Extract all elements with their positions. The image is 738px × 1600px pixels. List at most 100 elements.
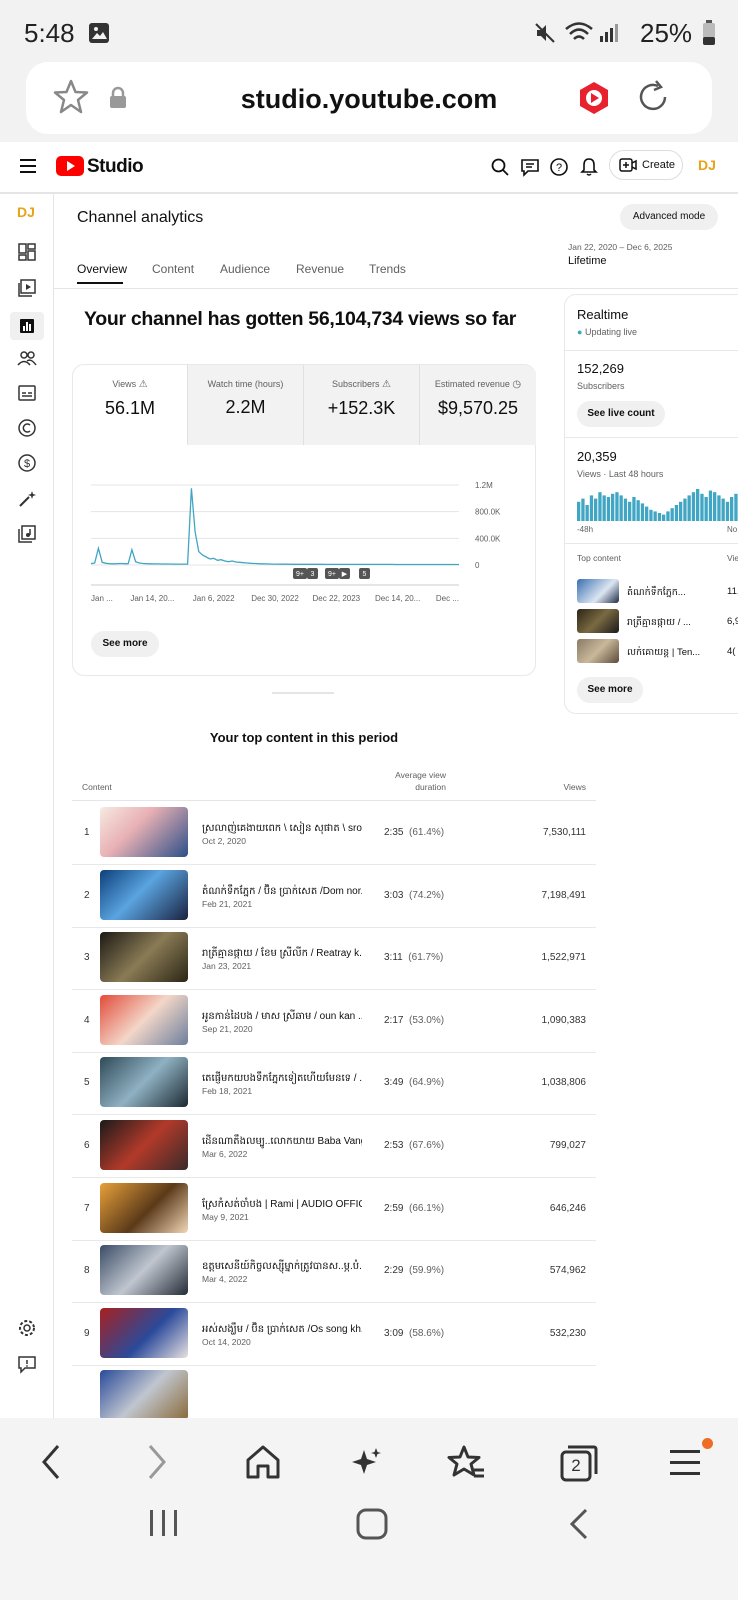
realtime-bar[interactable] <box>721 498 725 521</box>
realtime-bar[interactable] <box>662 514 666 521</box>
studio-label[interactable]: Studio <box>87 156 144 178</box>
realtime-bar[interactable] <box>636 500 640 521</box>
period-selector[interactable]: Lifetime <box>568 255 607 267</box>
table-row[interactable]: 6 ដើនណាតឹងលម្បូ..លោកយាយ Baba Vang... Mar 6… <box>72 1114 596 1178</box>
tab-audience[interactable]: Audience <box>220 262 270 276</box>
tab-revenue[interactable]: Revenue <box>296 262 344 276</box>
video-thumbnail[interactable] <box>100 1182 188 1233</box>
realtime-bar[interactable] <box>696 489 700 521</box>
send-feedback-icon[interactable] <box>17 1354 37 1374</box>
realtime-thumb-3[interactable] <box>577 639 619 663</box>
realtime-bar[interactable] <box>717 495 721 521</box>
youtube-extension-icon[interactable] <box>576 80 612 116</box>
home-button-icon[interactable] <box>356 1508 388 1540</box>
table-row[interactable] <box>72 1364 596 1418</box>
realtime-top-title[interactable]: លក់គោយន្ត | Ten... <box>627 646 700 660</box>
search-icon[interactable] <box>491 158 509 176</box>
chart-event-marker[interactable]: ▶ <box>339 568 350 579</box>
table-row[interactable]: 2 តំណក់ទឹកភ្នែក / ប៊ិន ប្រាក់សេត /Dom nor… <box>72 864 596 928</box>
bookmarks-icon[interactable] <box>446 1444 486 1482</box>
realtime-bar[interactable] <box>606 497 611 521</box>
realtime-bar[interactable] <box>653 511 657 521</box>
metric-subscribers[interactable]: Subscribers ⚠ +152.3K <box>303 365 419 445</box>
video-thumbnail[interactable] <box>100 932 188 983</box>
realtime-bar[interactable] <box>649 509 653 521</box>
video-thumbnail[interactable] <box>100 869 188 920</box>
realtime-thumb-2[interactable] <box>577 609 619 633</box>
table-row[interactable]: 4 អូនកាន់ដៃបង / មាស ស្រីឆាម / oun kan ...… <box>72 989 596 1053</box>
realtime-bar[interactable] <box>734 493 738 521</box>
forward-arrow-icon[interactable] <box>144 1442 170 1482</box>
advanced-mode-button[interactable]: Advanced mode <box>620 204 718 230</box>
realtime-bar[interactable] <box>670 508 674 521</box>
realtime-bar[interactable] <box>683 498 687 521</box>
realtime-bar[interactable] <box>640 503 645 521</box>
metric-revenue[interactable]: Estimated revenue ◷ $9,570.25 <box>419 365 536 445</box>
video-thumbnail[interactable] <box>100 1245 188 1296</box>
content-icon[interactable] <box>17 278 37 298</box>
realtime-bar[interactable] <box>666 511 670 521</box>
address-bar[interactable]: studio.youtube.com <box>26 62 712 134</box>
col-views-header[interactable]: Views <box>494 782 586 792</box>
video-thumbnail[interactable] <box>100 1307 188 1358</box>
table-row[interactable]: 7 ស្រែកំសត់ចាំបង | Rami | AUDIO OFFICI...… <box>72 1177 596 1241</box>
system-back-icon[interactable] <box>568 1508 590 1540</box>
video-title[interactable]: ឧត្តមសេនីយ៍កិច្ចលស្ស៊ីម្នាក់ត្រូវបានស..ម… <box>202 1259 362 1274</box>
audience-community-icon[interactable] <box>17 348 37 368</box>
video-thumbnail[interactable] <box>100 1120 188 1170</box>
realtime-bar[interactable] <box>589 495 594 521</box>
views-series-line[interactable] <box>90 488 459 566</box>
video-title[interactable]: ដើនណាតឹងលម្បូ..លោកយាយ Baba Vang... <box>202 1134 362 1149</box>
tab-content[interactable]: Content <box>152 262 194 276</box>
chart-event-marker[interactable]: 9+ <box>293 568 307 579</box>
video-thumbnail[interactable] <box>100 1370 188 1418</box>
table-row[interactable]: 1 ស្រលាញ់គេងាយពេក \ សៀន សុផាត \ sro... Oct… <box>72 801 596 865</box>
realtime-bar[interactable] <box>657 513 662 521</box>
customization-magic-icon[interactable] <box>17 489 37 509</box>
realtime-bar[interactable] <box>585 505 589 521</box>
realtime-bar[interactable] <box>615 492 619 521</box>
help-icon[interactable]: ? <box>549 157 569 177</box>
ai-sparkle-icon[interactable] <box>350 1446 384 1480</box>
channel-avatar[interactable]: DJ <box>17 204 35 220</box>
video-title[interactable]: ស្រែកំសត់ចាំបង | Rami | AUDIO OFFICI... <box>202 1197 362 1212</box>
table-row[interactable]: 5 តេផ្ញើមកយបងទឹកភ្នែកទៀតហើយមែនទេ / ... Feb… <box>72 1051 596 1116</box>
realtime-bar[interactable] <box>628 501 632 521</box>
audio-library-icon[interactable] <box>17 524 37 544</box>
realtime-bar[interactable] <box>577 501 581 521</box>
create-button[interactable]: Create <box>609 150 683 180</box>
reload-icon[interactable] <box>634 78 672 116</box>
realtime-top-title[interactable]: តំណក់ទឹកភ្នែក... <box>627 586 686 600</box>
table-row[interactable]: 8 ឧត្តមសេនីយ៍កិច្ចលស្ស៊ីម្នាក់ត្រូវបានស..… <box>72 1239 596 1304</box>
video-title[interactable]: អូនកាន់ដៃបង / មាស ស្រីឆាម / oun kan ... <box>202 1009 362 1024</box>
col-avd-header[interactable]: Average view duration <box>380 769 446 793</box>
menu-icon[interactable] <box>20 159 36 173</box>
realtime-bar[interactable] <box>598 492 602 521</box>
views-line-chart[interactable]: 1.2M 800.0K 400.0K 0 9+ 3 9+ ▶ 5 Jan ... Jan 14, 2… <box>73 469 535 609</box>
see-more-button[interactable]: See more <box>91 631 159 657</box>
see-live-count-button[interactable]: See live count <box>577 401 665 427</box>
account-avatar[interactable]: DJ <box>698 157 716 173</box>
realtime-bar[interactable] <box>708 490 713 521</box>
realtime-views-bar-chart[interactable] <box>577 487 738 521</box>
realtime-bar[interactable] <box>581 498 585 521</box>
realtime-bar[interactable] <box>645 506 649 521</box>
realtime-see-more-button[interactable]: See more <box>577 677 643 703</box>
feedback-comment-icon[interactable] <box>520 157 540 177</box>
table-row[interactable]: 9 អស់សង្ឃឹម / ប៊ិន ប្រាក់សេត /Os song kh.… <box>72 1302 596 1366</box>
realtime-bar[interactable] <box>725 501 730 521</box>
realtime-bar[interactable] <box>679 501 683 521</box>
video-thumbnail[interactable] <box>100 807 188 857</box>
realtime-bar[interactable] <box>602 495 606 521</box>
video-title[interactable]: រាត្រីគ្មានផ្កាយ / ខែម ស្រីលីក / Reatray… <box>202 946 362 961</box>
back-arrow-icon[interactable] <box>38 1442 64 1482</box>
tab-trends[interactable]: Trends <box>369 262 406 276</box>
recent-apps-icon[interactable] <box>148 1508 180 1538</box>
chart-event-marker[interactable]: 5 <box>359 568 370 579</box>
tab-overview[interactable]: Overview <box>77 262 127 276</box>
analytics-icon[interactable] <box>10 312 44 340</box>
video-thumbnail[interactable] <box>100 1057 188 1108</box>
dashboard-icon[interactable] <box>17 242 37 262</box>
table-row[interactable]: 3 រាត្រីគ្មានផ្កាយ / ខែម ស្រីលីក / Reatra… <box>72 926 596 991</box>
subtitles-icon[interactable] <box>17 383 37 403</box>
